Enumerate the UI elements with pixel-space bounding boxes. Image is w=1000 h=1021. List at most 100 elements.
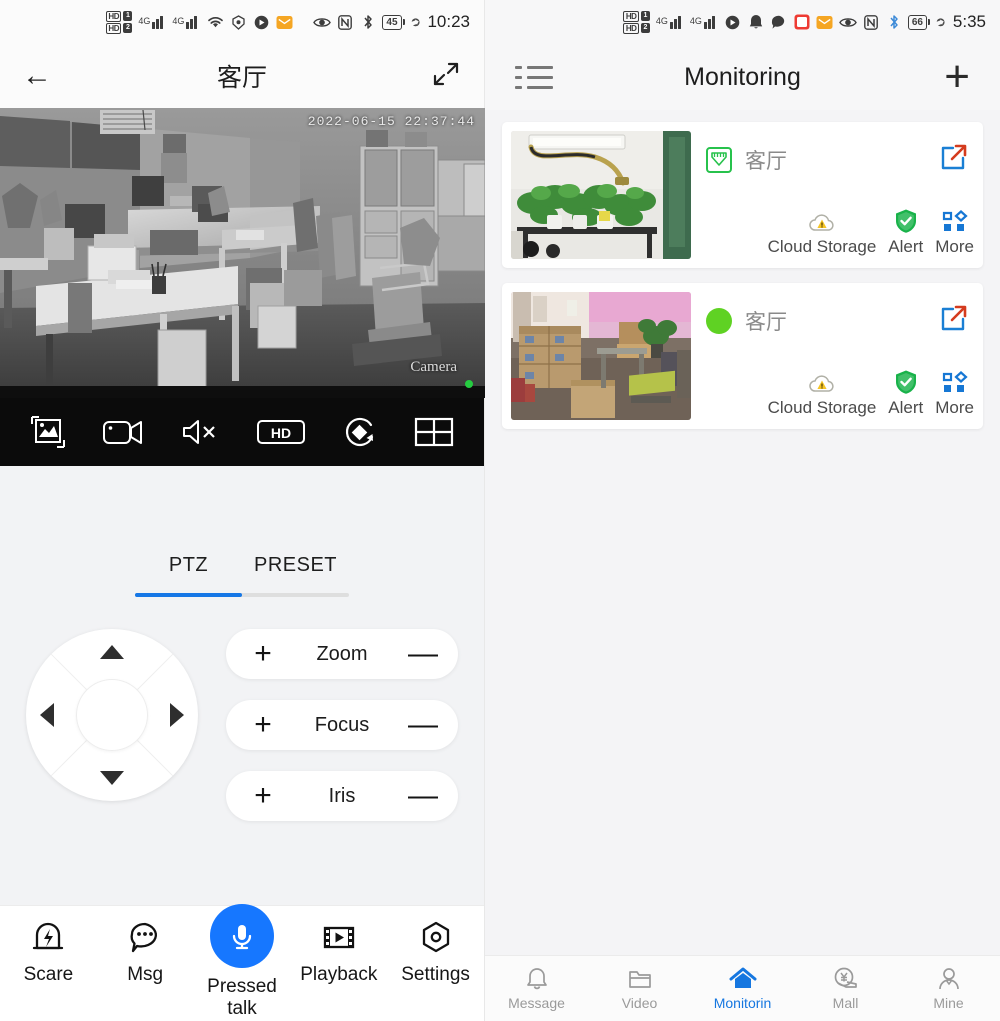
hd-quality-icon[interactable]: HD xyxy=(256,417,306,447)
live-video-feed[interactable]: 2022-06-15 22:37:44 Camera xyxy=(0,108,485,398)
cloud-warning-icon xyxy=(808,373,836,395)
mail-icon xyxy=(275,13,293,31)
cloud-warning-icon xyxy=(808,212,836,234)
signal-bars-1-icon-right: 4G xyxy=(656,16,685,29)
mute-icon[interactable] xyxy=(180,417,220,447)
status-time: 10:23 xyxy=(427,12,470,32)
live-view-panel: HD 1 HD 2 4G 4G xyxy=(0,0,485,1021)
device-card-body: 客厅 xyxy=(691,292,974,420)
device-card-header: 客厅 xyxy=(706,131,974,178)
sim-badge-2-right: 2 xyxy=(641,23,650,33)
device-thumbnail[interactable] xyxy=(511,292,691,420)
ptz-controls: + Zoom — + Focus — + Iris — xyxy=(0,629,484,821)
nav-item-scare[interactable]: Scare xyxy=(0,918,97,986)
camera-watermark: Camera xyxy=(410,359,457,376)
more-label: More xyxy=(935,398,974,418)
grid-more-icon xyxy=(942,210,968,234)
share-arrow-icon[interactable] xyxy=(938,141,970,178)
ptz-tabs: PTZ PRESET xyxy=(0,554,484,593)
network-type-1-right: 4G xyxy=(656,16,668,26)
signal-bars-2-icon-right: 4G xyxy=(690,16,719,29)
bell-icon xyxy=(747,13,765,31)
folder-icon xyxy=(627,966,653,992)
person-icon xyxy=(936,966,962,992)
cloud-storage-action[interactable]: Cloud Storage xyxy=(768,212,877,257)
focus-control: + Focus — xyxy=(226,700,458,750)
tab-video[interactable]: Video xyxy=(588,966,691,1011)
zoom-minus-button[interactable]: — xyxy=(408,639,434,669)
ptz-direction-pad[interactable] xyxy=(26,629,198,801)
monitoring-titlebar: Monitoring + xyxy=(485,44,1000,110)
nav-label-playback: Playback xyxy=(300,964,377,986)
tab-mine[interactable]: Mine xyxy=(897,966,1000,1011)
tab-ptz[interactable]: PTZ xyxy=(135,554,242,593)
alert-action[interactable]: Alert xyxy=(888,208,923,257)
add-device-button[interactable]: + xyxy=(944,59,970,95)
tab-mall[interactable]: Mall xyxy=(794,966,897,1011)
bell-icon xyxy=(524,966,550,992)
alert-action[interactable]: Alert xyxy=(888,369,923,418)
nav-item-pressed-talk[interactable]: Pressed talk xyxy=(194,918,291,1020)
power-saving-icon-right: ➲ xyxy=(933,13,949,32)
shield-check-icon xyxy=(893,208,919,234)
device-card-actions: Cloud Storage Alert xyxy=(706,369,974,420)
cloud-storage-label: Cloud Storage xyxy=(768,398,877,418)
iris-plus-button[interactable]: + xyxy=(250,781,276,811)
nav-label-pressed-talk: Pressed talk xyxy=(194,976,291,1020)
record-video-icon[interactable] xyxy=(102,417,144,447)
shield-check-icon xyxy=(893,369,919,395)
tab-monitoring[interactable]: Monitorin xyxy=(691,966,794,1011)
tab-preset[interactable]: PRESET xyxy=(242,554,349,593)
eye-icon xyxy=(839,13,857,31)
device-card[interactable]: 客厅 xyxy=(502,122,983,268)
focus-plus-button[interactable]: + xyxy=(250,710,276,740)
ptz-center-button[interactable] xyxy=(76,679,148,751)
fullscreen-icon[interactable] xyxy=(430,58,462,95)
nfc-icon xyxy=(336,13,354,31)
share-arrow-icon[interactable] xyxy=(938,302,970,339)
more-label: More xyxy=(935,237,974,257)
more-action[interactable]: More xyxy=(935,210,974,257)
list-icon[interactable] xyxy=(515,66,553,89)
tab-message[interactable]: Message xyxy=(485,966,588,1011)
device-name: 客厅 xyxy=(745,145,787,175)
nav-item-settings[interactable]: Settings xyxy=(387,918,484,986)
grid-view-icon[interactable] xyxy=(414,416,454,448)
snapshot-icon[interactable] xyxy=(30,415,66,449)
battery-indicator-right: 66 xyxy=(908,15,930,30)
monitoring-panel: HD 1 HD 2 4G 4G xyxy=(485,0,1000,1021)
focus-minus-button[interactable]: — xyxy=(408,710,434,740)
nav-item-playback[interactable]: Playback xyxy=(290,918,387,986)
signal-bars-1-icon: 4G xyxy=(138,16,167,29)
zoom-plus-button[interactable]: + xyxy=(250,639,276,669)
tab-label-message: Message xyxy=(508,995,565,1011)
tab-label-mall: Mall xyxy=(833,995,859,1011)
status-bar-left: HD 1 HD 2 4G 4G xyxy=(0,0,484,44)
nav-label-msg: Msg xyxy=(127,964,163,986)
rotate-icon[interactable] xyxy=(342,415,378,449)
status-time-right: 5:35 xyxy=(953,12,986,32)
device-card[interactable]: 客厅 xyxy=(502,283,983,429)
hd-badge-1: HD xyxy=(106,11,122,22)
alert-label: Alert xyxy=(888,398,923,418)
svg-text:HD: HD xyxy=(271,425,291,441)
nfc-icon xyxy=(862,13,880,31)
ptz-up-button[interactable] xyxy=(100,645,124,659)
back-arrow-icon[interactable]: ← xyxy=(22,61,52,91)
device-thumbnail[interactable] xyxy=(511,131,691,259)
grid-more-icon xyxy=(942,371,968,395)
device-card-actions: Cloud Storage Alert xyxy=(706,208,974,259)
ptz-down-button[interactable] xyxy=(100,771,124,785)
microphone-icon[interactable] xyxy=(210,904,274,968)
more-action[interactable]: More xyxy=(935,371,974,418)
nav-item-msg[interactable]: Msg xyxy=(97,918,194,986)
hd-badge-2-right: HD xyxy=(623,23,639,34)
iris-control: + Iris — xyxy=(226,771,458,821)
iris-minus-button[interactable]: — xyxy=(408,781,434,811)
hd-badge-1-right: HD xyxy=(623,11,639,22)
cloud-storage-action[interactable]: Cloud Storage xyxy=(768,373,877,418)
play-circle-icon xyxy=(252,13,270,31)
device-status-badge-icon xyxy=(706,147,732,173)
ptz-left-button[interactable] xyxy=(40,703,54,727)
ptz-right-button[interactable] xyxy=(170,703,184,727)
